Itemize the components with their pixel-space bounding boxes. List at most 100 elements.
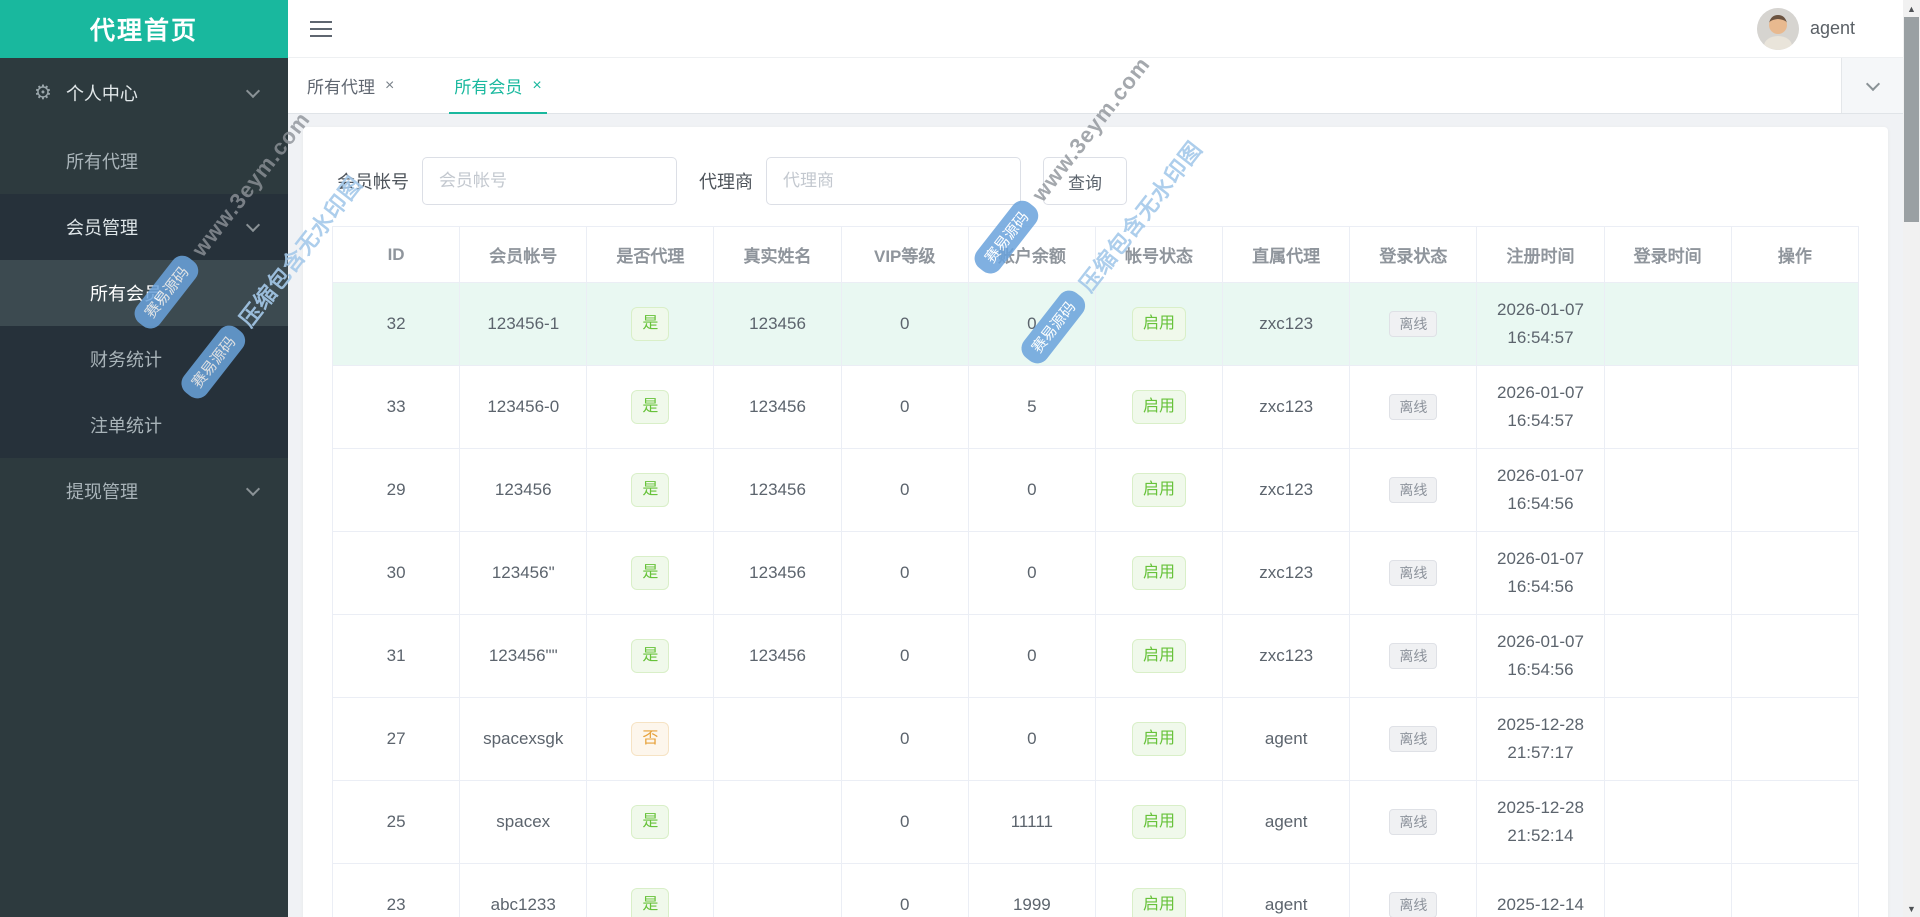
table-row: 29 123456 是 123456 0 0 启用 zxc123 离线 2026-01-07 16:…: [331, 448, 1860, 532]
sidebar-item-finance-stats[interactable]: 财务统计: [0, 326, 288, 392]
sidebar-item-label: 提现管理: [66, 482, 138, 502]
cell-balance: 0: [967, 697, 1096, 781]
search-button[interactable]: 查询: [1043, 157, 1127, 205]
cell-status: 启用: [1094, 365, 1224, 449]
cell-parent: zxc123: [1222, 614, 1351, 698]
cell-status: 启用: [1094, 697, 1224, 781]
cell-online: 离线: [1349, 614, 1478, 698]
chevron-down-icon: [1865, 76, 1880, 91]
table-row: 33 123456-0 是 123456 0 5 启用 zxc123 离线 2026-01-07 1…: [331, 365, 1860, 449]
user-menu[interactable]: agent: [1756, 7, 1855, 50]
cell-vip: 0: [840, 282, 969, 366]
sidebar-item-label: 注单统计: [90, 416, 162, 436]
sidebar: 代理首页 ⚙ 个人中心 所有代理 会员管理 所有会员 财务统计 注单统计 提现管…: [0, 0, 288, 917]
cell-reg: 2026-01-07 16:54:56: [1476, 614, 1605, 698]
tab-all-members[interactable]: 所有会员 ×: [449, 58, 548, 114]
status-tag: 启用: [1132, 307, 1187, 341]
cell-online: 离线: [1349, 282, 1478, 366]
cell-reg: 2026-01-07 16:54:57: [1476, 282, 1605, 366]
sidebar-nav: ⚙ 个人中心 所有代理 会员管理 所有会员 财务统计 注单统计 提现管理: [0, 58, 288, 524]
cell-agent_tag: 是: [586, 780, 715, 864]
sidebar-item-label: 财务统计: [90, 350, 162, 370]
status-tag: 否: [631, 722, 670, 756]
table-row: 31 123456"" 是 123456 0 0 启用 zxc123 离线 2026-01-07 1…: [331, 614, 1860, 698]
cell-login: [1603, 614, 1732, 698]
cell-agent_tag: 是: [586, 448, 715, 532]
cell-reg: 2025-12-28 21:57:17: [1476, 697, 1605, 781]
sidebar-item-all-members[interactable]: 所有会员: [0, 260, 288, 326]
cell-reg: 2026-01-07 16:54:57: [1476, 365, 1605, 449]
close-icon[interactable]: ×: [532, 77, 541, 95]
cell-balance: 0: [967, 614, 1096, 698]
cell-online: 离线: [1349, 863, 1478, 917]
table-row: 25 spacex 是 0 11111 启用 agent 离线 2025-12-28 21:52:…: [331, 780, 1860, 864]
status-tag: 是: [631, 556, 670, 590]
cell-online: 离线: [1349, 365, 1478, 449]
sidebar-item-member-management[interactable]: 会员管理: [0, 194, 288, 260]
cell-real_name: 123456: [713, 614, 842, 698]
cell-real_name: [713, 780, 842, 864]
column-header: 账户余额: [967, 226, 1096, 283]
cell-online: 离线: [1349, 531, 1478, 615]
filter-bar: 会员帐号 代理商 查询: [332, 157, 1859, 205]
table-row: 27 spacexsgk 否 0 0 启用 agent 离线 2025-12-28 21:57:1…: [331, 697, 1860, 781]
sidebar-item-bet-stats[interactable]: 注单统计: [0, 392, 288, 458]
scroll-up-icon[interactable]: ▲: [1903, 0, 1920, 17]
cell-op: [1730, 614, 1860, 698]
cell-vip: 0: [840, 448, 969, 532]
tab-label: 所有代理: [307, 78, 375, 97]
sidebar-item-withdraw-management[interactable]: 提现管理: [0, 458, 288, 524]
cell-reg: 2025-12-14: [1476, 863, 1605, 917]
sidebar-item-label: 个人中心: [65, 84, 138, 104]
cell-account: abc1233: [459, 863, 588, 917]
top-header: agent: [288, 0, 1903, 58]
menu-toggle-button[interactable]: [310, 16, 332, 42]
cell-status: 启用: [1094, 780, 1224, 864]
cell-account: 123456-0: [459, 365, 588, 449]
tab-label: 所有会员: [454, 78, 523, 97]
cell-account: 123456"": [459, 614, 588, 698]
sidebar-item-label: 会员管理: [66, 218, 138, 238]
status-tag: 离线: [1389, 311, 1438, 337]
cell-real_name: 123456: [713, 282, 842, 366]
cell-real_name: 123456: [713, 531, 842, 615]
cell-agent_tag: 是: [586, 365, 715, 449]
cell-status: 启用: [1094, 531, 1224, 615]
tabs-dropdown-button[interactable]: [1841, 58, 1903, 113]
close-icon[interactable]: ×: [385, 77, 394, 95]
table-body: 32 123456-1 是 123456 0 0 启用 zxc123 离线 2026-01-07 1…: [331, 282, 1860, 917]
scrollbar-thumb[interactable]: [1904, 17, 1919, 222]
status-tag: 启用: [1132, 473, 1187, 507]
sidebar-item-personal-center[interactable]: ⚙ 个人中心: [0, 58, 288, 128]
status-tag: 是: [631, 805, 670, 839]
cell-login: [1603, 863, 1732, 917]
cell-vip: 0: [840, 365, 969, 449]
cell-id: 32: [331, 282, 461, 366]
status-tag: 启用: [1132, 888, 1187, 917]
status-tag: 是: [631, 639, 670, 673]
cell-agent_tag: 是: [586, 614, 715, 698]
cell-op: [1730, 365, 1860, 449]
cell-op: [1730, 448, 1860, 532]
column-header: ID: [331, 226, 461, 283]
scroll-down-icon[interactable]: ▼: [1903, 900, 1920, 917]
status-tag: 离线: [1389, 394, 1438, 420]
cell-op: [1730, 863, 1860, 917]
cell-id: 30: [331, 531, 461, 615]
cell-id: 23: [331, 863, 461, 917]
scrollbar[interactable]: ▲ ▼: [1903, 0, 1920, 917]
table-row: 32 123456-1 是 123456 0 0 启用 zxc123 离线 2026-01-07 1…: [331, 282, 1860, 366]
column-header: 直属代理: [1222, 226, 1351, 283]
agent-input[interactable]: [766, 157, 1021, 205]
cell-status: 启用: [1094, 863, 1224, 917]
cell-parent: zxc123: [1222, 282, 1351, 366]
member-account-input[interactable]: [422, 157, 677, 205]
cell-real_name: [713, 863, 842, 917]
avatar[interactable]: [1756, 7, 1799, 50]
cell-login: [1603, 448, 1732, 532]
tab-all-agents[interactable]: 所有代理 ×: [302, 58, 399, 113]
content-card: 会员帐号 代理商 查询 ID会员帐号是否代理真实姓名VIP等级账户余额帐号状态直…: [303, 127, 1888, 917]
chevron-down-icon: [245, 83, 261, 99]
status-tag: 是: [631, 888, 670, 917]
sidebar-item-all-agents[interactable]: 所有代理: [0, 128, 288, 194]
